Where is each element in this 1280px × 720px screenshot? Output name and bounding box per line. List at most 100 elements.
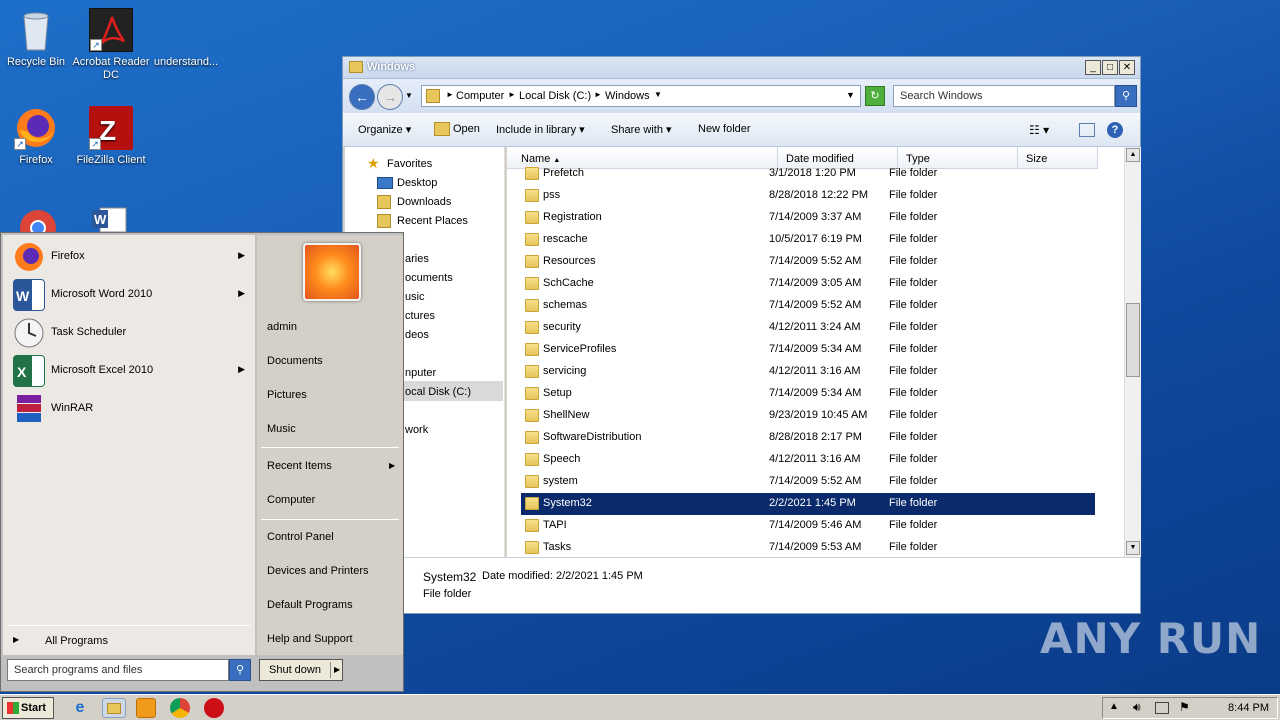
nav-desktop[interactable]: Desktop bbox=[397, 177, 437, 189]
shutdown-button[interactable]: Shut down ▶ bbox=[259, 659, 343, 681]
chevron-down-icon[interactable]: ▼ bbox=[846, 90, 855, 100]
program-winrar[interactable]: WinRAR bbox=[11, 391, 249, 427]
file-row[interactable]: System32 2/2/2021 1:45 PM File folder bbox=[521, 493, 1095, 515]
shutdown-options-arrow-icon[interactable]: ▶ bbox=[334, 665, 340, 674]
file-row[interactable]: ShellNew 9/23/2019 10:45 AM File folder bbox=[521, 405, 1095, 427]
opera-icon[interactable] bbox=[204, 698, 224, 718]
file-row[interactable]: schemas 7/14/2009 5:52 AM File folder bbox=[521, 295, 1095, 317]
word-document-icon[interactable]: W bbox=[90, 206, 134, 233]
file-row[interactable]: Tasks 7/14/2009 5:53 AM File folder bbox=[521, 537, 1095, 557]
file-row[interactable]: Setup 7/14/2009 5:34 AM File folder bbox=[521, 383, 1095, 405]
user-picture-avatar[interactable] bbox=[303, 243, 361, 301]
clock[interactable]: 8:44 PM bbox=[1228, 702, 1269, 714]
nav-network[interactable]: work bbox=[405, 424, 428, 436]
program-word[interactable]: W Microsoft Word 2010 ▶ bbox=[11, 277, 249, 313]
desktop-icon-understand[interactable]: understand... bbox=[146, 8, 226, 69]
nav-documents[interactable]: ocuments bbox=[405, 272, 453, 284]
file-row[interactable]: servicing 4/12/2011 3:16 AM File folder bbox=[521, 361, 1095, 383]
recent-pages-dropdown[interactable]: ▼ bbox=[405, 91, 413, 100]
organize-menu[interactable]: Organize ▾ bbox=[358, 123, 411, 136]
breadcrumb-computer[interactable]: Computer bbox=[456, 90, 504, 102]
nav-libraries[interactable]: aries bbox=[405, 253, 429, 265]
file-row[interactable]: Registration 7/14/2009 3:37 AM File folder bbox=[521, 207, 1095, 229]
program-task-scheduler[interactable]: Task Scheduler bbox=[11, 315, 249, 351]
scroll-thumb[interactable] bbox=[1126, 303, 1140, 377]
media-player-icon[interactable] bbox=[136, 698, 156, 718]
file-row[interactable]: system 7/14/2009 5:52 AM File folder bbox=[521, 471, 1095, 493]
refresh-button[interactable]: ↻ bbox=[865, 86, 885, 106]
program-excel[interactable]: X Microsoft Excel 2010 ▶ bbox=[11, 353, 249, 389]
file-row[interactable]: Speech 4/12/2011 3:16 AM File folder bbox=[521, 449, 1095, 471]
maximize-button[interactable]: □ bbox=[1102, 60, 1118, 75]
file-type: File folder bbox=[889, 387, 938, 399]
search-icon[interactable]: ⚲ bbox=[1115, 85, 1137, 107]
desktop-icon-recycle-bin[interactable]: Recycle Bin bbox=[0, 8, 76, 69]
program-firefox[interactable]: Firefox ▶ bbox=[11, 239, 249, 275]
breadcrumb-local-disk[interactable]: Local Disk (C:) bbox=[519, 90, 591, 102]
show-hidden-icons-button[interactable]: ▲ bbox=[1109, 701, 1119, 712]
file-type: File folder bbox=[889, 299, 938, 311]
file-row[interactable]: TAPI 7/14/2009 5:46 AM File folder bbox=[521, 515, 1095, 537]
devices-printers-link[interactable]: Devices and Printers bbox=[267, 565, 369, 577]
desktop-icon-filezilla[interactable]: Z ↗ FileZilla Client bbox=[71, 106, 151, 167]
network-icon[interactable] bbox=[1155, 702, 1169, 714]
nav-videos[interactable]: deos bbox=[405, 329, 429, 341]
documents-link[interactable]: Documents bbox=[267, 355, 323, 367]
open-button[interactable]: Open bbox=[453, 123, 480, 135]
file-row[interactable]: ServiceProfiles 7/14/2009 5:34 AM File fol… bbox=[521, 339, 1095, 361]
search-input[interactable]: Search Windows bbox=[893, 85, 1115, 107]
folder-icon bbox=[525, 431, 539, 444]
volume-icon[interactable]: 🔊︎ bbox=[1133, 700, 1141, 715]
nav-recent-places[interactable]: Recent Places bbox=[397, 215, 468, 227]
help-support-link[interactable]: Help and Support bbox=[267, 633, 353, 645]
nav-computer[interactable]: nputer bbox=[405, 367, 436, 379]
close-button[interactable]: ✕ bbox=[1119, 60, 1135, 75]
view-options-icon[interactable]: ☷ ▾ bbox=[1029, 123, 1049, 137]
start-button[interactable]: Start bbox=[2, 697, 54, 719]
internet-explorer-icon[interactable]: e bbox=[70, 698, 90, 718]
search-icon[interactable]: ⚲ bbox=[229, 659, 251, 681]
recent-items-link[interactable]: Recent Items bbox=[267, 460, 332, 472]
scroll-up-button[interactable]: ▲ bbox=[1126, 148, 1140, 162]
start-search-input[interactable]: Search programs and files bbox=[7, 659, 229, 681]
computer-link[interactable]: Computer bbox=[267, 494, 315, 506]
file-row[interactable]: Resources 7/14/2009 5:52 AM File folder bbox=[521, 251, 1095, 273]
desktop-icon-acrobat[interactable]: ↗ Acrobat Reader DC bbox=[71, 8, 151, 82]
all-programs-button[interactable]: All Programs bbox=[45, 635, 108, 647]
help-icon[interactable]: ? bbox=[1107, 122, 1123, 138]
desktop-icon-firefox[interactable]: ↗ Firefox bbox=[0, 106, 76, 167]
nav-music[interactable]: usic bbox=[405, 291, 425, 303]
include-in-library-menu[interactable]: Include in library ▾ bbox=[496, 123, 585, 136]
control-panel-link[interactable]: Control Panel bbox=[267, 531, 334, 543]
pictures-link[interactable]: Pictures bbox=[267, 389, 307, 401]
scroll-down-button[interactable]: ▼ bbox=[1126, 541, 1140, 555]
forward-button[interactable]: → bbox=[377, 84, 403, 110]
explorer-taskbar-button[interactable] bbox=[102, 698, 126, 718]
file-row[interactable]: rescache 10/5/2017 6:19 PM File folder bbox=[521, 229, 1095, 251]
nav-pictures[interactable]: ctures bbox=[405, 310, 435, 322]
back-button[interactable]: ← bbox=[349, 84, 375, 110]
submenu-arrow-icon: ▶ bbox=[238, 288, 245, 298]
user-folder-link[interactable]: admin bbox=[267, 321, 297, 333]
breadcrumb-windows[interactable]: Windows bbox=[605, 90, 650, 102]
file-row[interactable]: pss 8/28/2018 12:22 PM File folder bbox=[521, 185, 1095, 207]
music-link[interactable]: Music bbox=[267, 423, 296, 435]
new-folder-button[interactable]: New folder bbox=[698, 123, 751, 135]
chrome-icon[interactable] bbox=[16, 206, 60, 246]
nav-downloads[interactable]: Downloads bbox=[397, 196, 451, 208]
share-with-menu[interactable]: Share with ▾ bbox=[611, 123, 672, 136]
action-center-flag-icon[interactable]: ⚑ bbox=[1179, 700, 1190, 714]
nav-local-disk[interactable]: ocal Disk (C:) bbox=[405, 386, 471, 398]
chrome-icon[interactable] bbox=[170, 698, 190, 718]
nav-favorites[interactable]: Favorites bbox=[387, 158, 432, 170]
file-row[interactable]: security 4/12/2011 3:24 AM File folder bbox=[521, 317, 1095, 339]
file-row[interactable]: SchCache 7/14/2009 3:05 AM File folder bbox=[521, 273, 1095, 295]
file-row[interactable]: Prefetch 3/1/2018 1:20 PM File folder bbox=[521, 163, 1095, 185]
file-row[interactable]: SoftwareDistribution 8/28/2018 2:17 PM Fil… bbox=[521, 427, 1095, 449]
default-programs-link[interactable]: Default Programs bbox=[267, 599, 353, 611]
address-bar[interactable]: ► Computer ► Local Disk (C:) ► Windows ▼… bbox=[421, 85, 861, 107]
vertical-scrollbar[interactable]: ▲ ▼ bbox=[1124, 147, 1141, 557]
preview-pane-icon[interactable] bbox=[1079, 123, 1095, 137]
minimize-button[interactable]: _ bbox=[1085, 60, 1101, 75]
title-bar[interactable]: Windows _ □ ✕ bbox=[343, 57, 1140, 79]
